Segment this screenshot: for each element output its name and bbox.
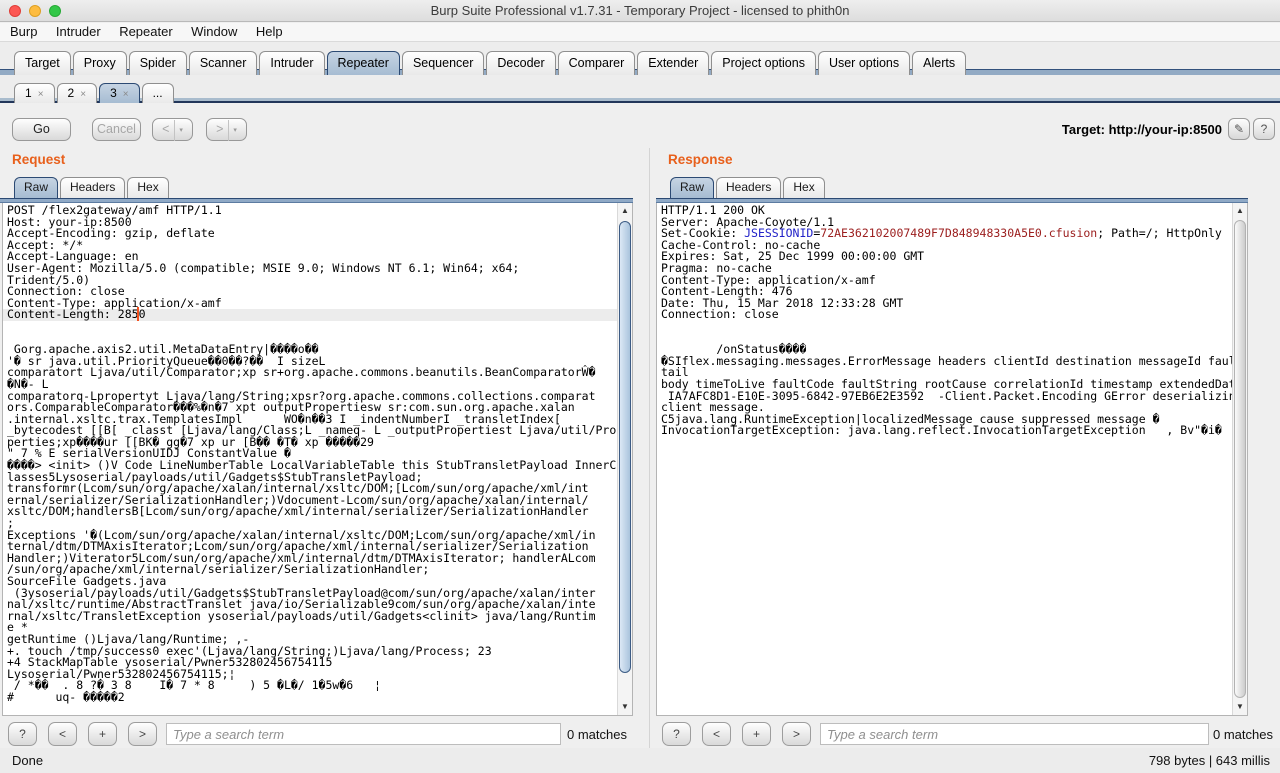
close-tab-icon[interactable]: × [80,89,86,100]
repeater-tab-1[interactable]: 1× [14,83,55,103]
go-button[interactable]: Go [12,118,71,141]
status-metrics: 798 bytes | 643 millis [1149,753,1270,768]
response-search-next-button[interactable]: > [782,722,811,746]
tab-decoder[interactable]: Decoder [486,51,555,75]
menu-burp[interactable]: Burp [10,24,37,39]
request-text[interactable]: POST /flex2gateway/amf HTTP/1.1Host: you… [7,205,614,715]
target-label: Target: [1062,122,1105,137]
tab-scanner[interactable]: Scanner [189,51,258,75]
repeater-tab-row: 1× 2× 3× ... [0,75,1280,103]
tab-user-options[interactable]: User options [818,51,910,75]
tab-project-options[interactable]: Project options [711,51,816,75]
response-title: Response [668,152,733,167]
scroll-up-icon[interactable]: ▲ [618,203,632,219]
edit-target-button[interactable]: ✎ [1228,118,1250,140]
menu-help[interactable]: Help [256,24,283,39]
repeater-tab-new[interactable]: ... [142,83,174,103]
repeater-tab-3[interactable]: 3× [99,83,140,103]
request-search-input[interactable] [166,723,561,745]
target-line: Target: http://your-ip:8500 [1062,122,1222,137]
tab-proxy[interactable]: Proxy [73,51,127,75]
menubar: Burp Intruder Repeater Window Help [0,23,1280,42]
back-button[interactable]: <▾ [152,118,193,141]
repeater-tab-2[interactable]: 2× [57,83,98,103]
response-editor[interactable]: HTTP/1.1 200 OKServer: Apache-Coyote/1.1… [656,203,1248,716]
request-editor[interactable]: POST /flex2gateway/amf HTTP/1.1Host: you… [2,203,633,716]
tab-sequencer[interactable]: Sequencer [402,51,484,75]
help-button[interactable]: ? [1253,118,1275,140]
target-value: http://your-ip:8500 [1109,122,1222,137]
scrollbar-thumb[interactable] [619,221,631,673]
window-title: Burp Suite Professional v1.7.31 - Tempor… [0,3,1280,18]
request-title: Request [12,152,65,167]
menu-intruder[interactable]: Intruder [56,24,101,39]
response-tab-headers[interactable]: Headers [716,177,781,198]
tab-extender[interactable]: Extender [637,51,709,75]
chevron-down-icon: ▾ [228,120,237,141]
cancel-button[interactable]: Cancel [92,118,141,141]
response-tab-raw[interactable]: Raw [670,177,714,198]
close-tab-icon[interactable]: × [38,89,44,100]
statusbar: Done 798 bytes | 643 millis [0,748,1280,773]
request-tab-headers[interactable]: Headers [60,177,125,198]
panel-divider[interactable] [649,148,650,748]
main-tab-row: Target Proxy Spider Scanner Intruder Rep… [0,42,1280,75]
response-search-matches: 0 matches [1211,727,1273,742]
response-search-help-button[interactable]: ? [662,722,691,746]
request-editor-tabs: Raw Headers Hex [14,177,171,198]
status-done: Done [12,753,43,768]
request-tab-hex[interactable]: Hex [127,177,168,198]
response-search-prev-button[interactable]: < [702,722,731,746]
tab-alerts[interactable]: Alerts [912,51,966,75]
menu-window[interactable]: Window [191,24,237,39]
titlebar: Burp Suite Professional v1.7.31 - Tempor… [0,0,1280,22]
tab-spider[interactable]: Spider [129,51,187,75]
repeater-tab-band [0,98,1280,103]
tab-repeater[interactable]: Repeater [327,51,400,75]
pencil-icon: ✎ [1234,122,1244,136]
help-icon: ? [1261,122,1268,136]
chevron-down-icon: ▾ [174,120,183,141]
scroll-down-icon[interactable]: ▼ [1233,699,1247,715]
request-search-prev-button[interactable]: < [48,722,77,746]
tab-comparer[interactable]: Comparer [558,51,636,75]
scrollbar-thumb[interactable] [1234,220,1246,698]
request-search-add-button[interactable]: + [88,722,117,746]
tab-target[interactable]: Target [14,51,71,75]
response-search-input[interactable] [820,723,1209,745]
response-scrollbar[interactable]: ▲ ▼ [1232,203,1247,715]
scroll-down-icon[interactable]: ▼ [618,699,632,715]
close-tab-icon[interactable]: × [123,89,129,100]
menu-repeater[interactable]: Repeater [119,24,172,39]
request-tab-raw[interactable]: Raw [14,177,58,198]
response-tab-hex[interactable]: Hex [783,177,824,198]
request-search-next-button[interactable]: > [128,722,157,746]
response-editor-tabs: Raw Headers Hex [670,177,827,198]
request-search-matches: 0 matches [565,727,627,742]
request-search-help-button[interactable]: ? [8,722,37,746]
scroll-up-icon[interactable]: ▲ [1233,203,1247,219]
request-scrollbar[interactable]: ▲ ▼ [617,203,632,715]
tab-intruder[interactable]: Intruder [259,51,324,75]
response-tab-band [656,198,1248,203]
response-search-add-button[interactable]: + [742,722,771,746]
forward-button[interactable]: >▾ [206,118,247,141]
burp-window: Burp Suite Professional v1.7.31 - Tempor… [0,0,1280,773]
request-tab-band [0,198,633,203]
response-text[interactable]: HTTP/1.1 200 OKServer: Apache-Coyote/1.1… [661,205,1229,715]
